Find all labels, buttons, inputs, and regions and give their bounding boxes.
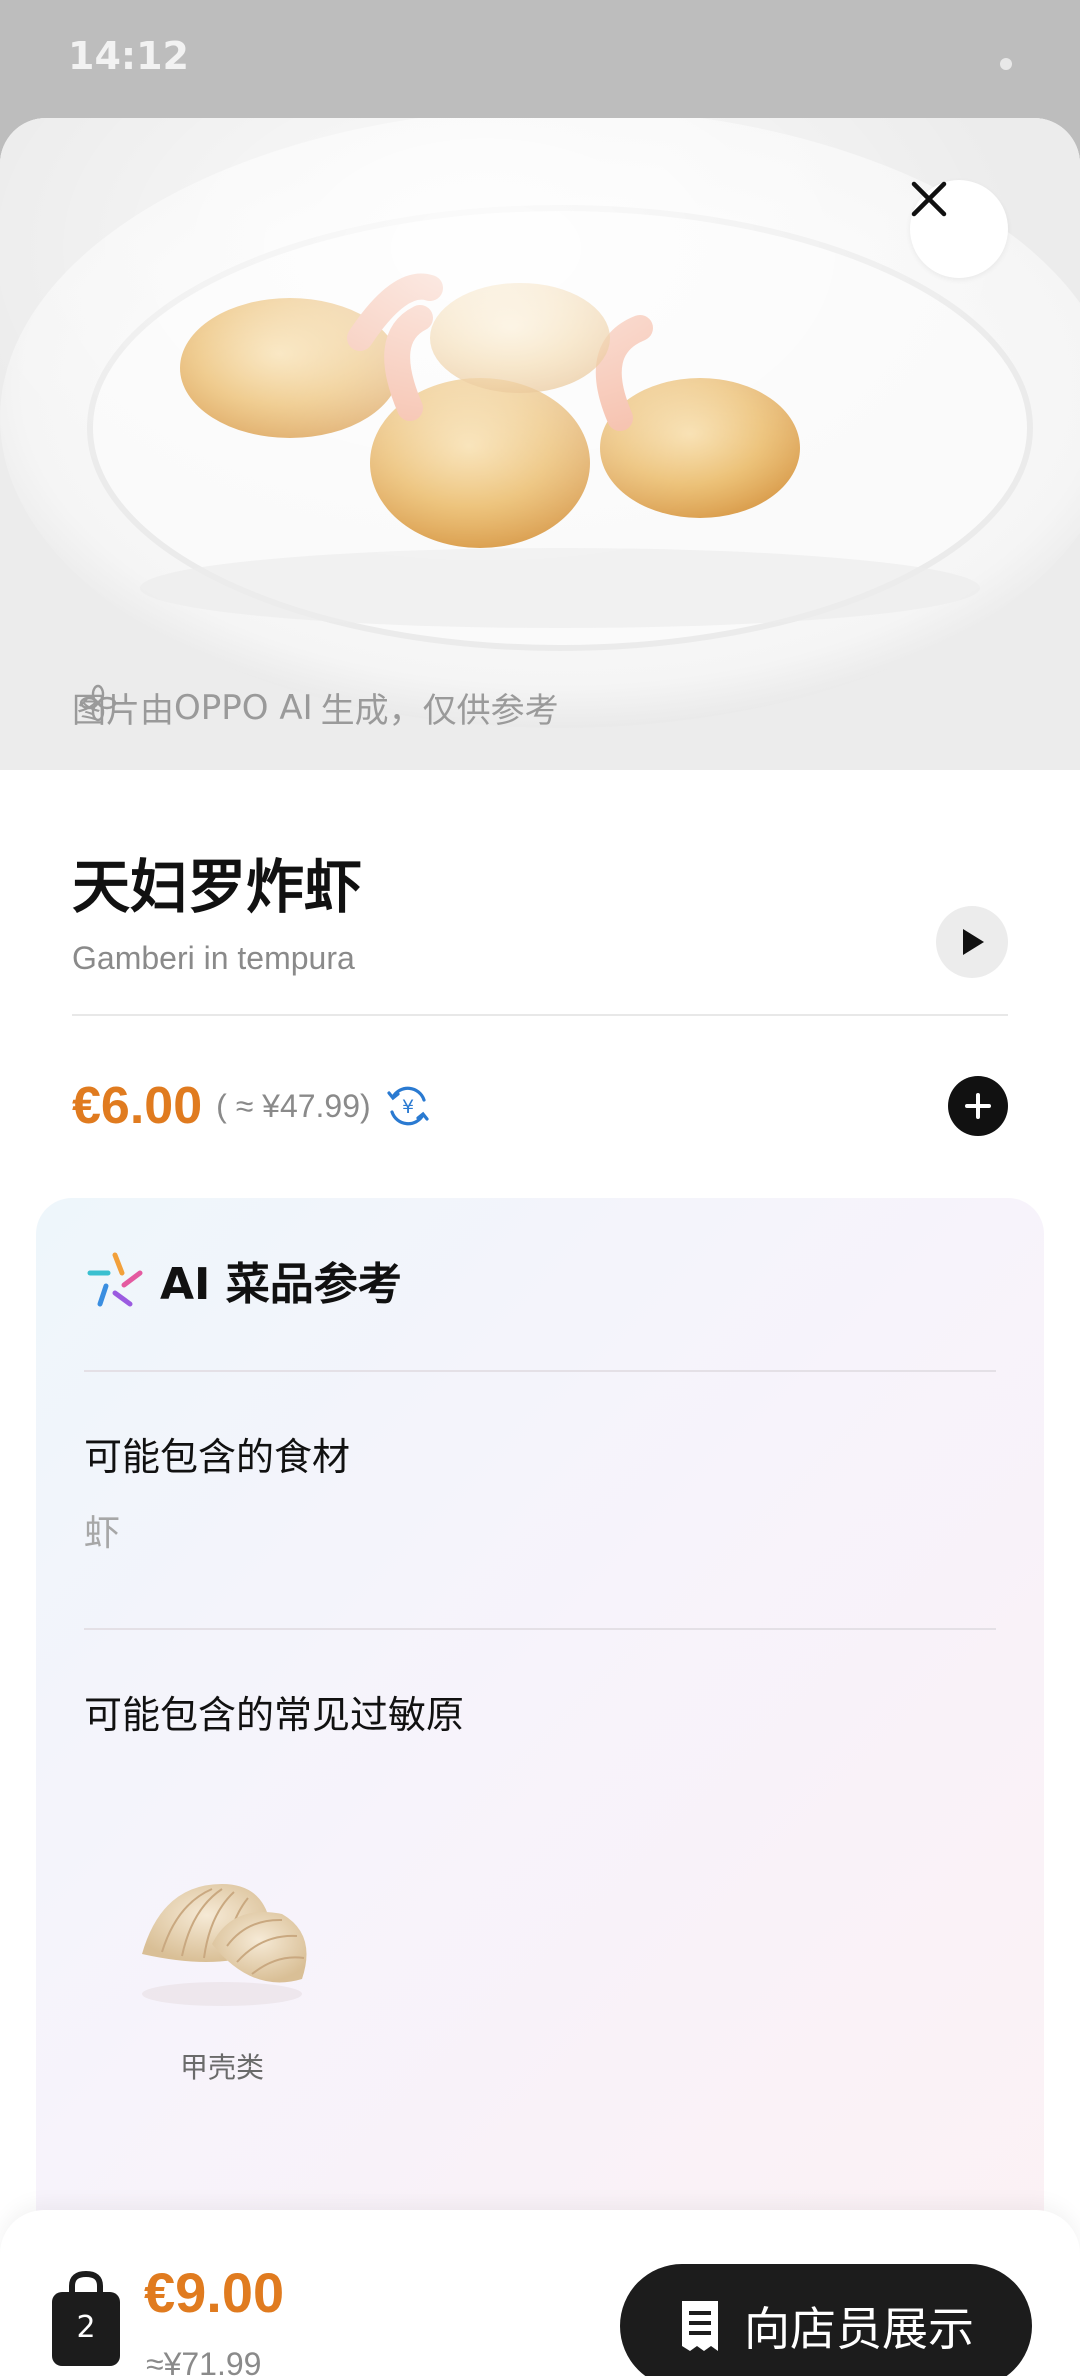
ai-star-icon [87,1252,143,1307]
currency-convert-icon[interactable]: ¥ [385,1083,431,1129]
allergen-item: 甲壳类 [122,1844,322,2084]
ai-flower-icon [79,684,117,722]
cart-bag[interactable]: 2 [50,2270,122,2368]
svg-text:¥: ¥ [402,1096,414,1118]
receipt-icon [682,2301,718,2351]
ai-card-header: AI 菜品参考 [84,1248,402,1312]
cart-bar: 2 €9.00 ≈¥71.99 向店员展示 [0,2210,1080,2376]
status-time: 14:12 [68,34,189,78]
plus-icon [965,1093,991,1119]
card-divider [84,1628,996,1630]
play-icon [963,929,984,955]
play-pronunciation-button[interactable] [936,906,1008,978]
cart-count: 2 [76,2310,96,2345]
card-divider [84,1370,996,1372]
dish-name: 天妇罗炸虾 [72,853,363,921]
cart-total-cny: ≈¥71.99 [146,2346,262,2376]
status-bar: 14:12 [0,0,1080,120]
ingredients-label: 可能包含的食材 [84,1435,351,1479]
ai-note-suffix: 生成，仅供参考 [320,691,559,731]
close-button[interactable] [910,180,1008,278]
ai-note-brand: OPPO AI [174,687,313,728]
price-cny: ( ≈ ¥47.99) [216,1087,371,1124]
status-indicator [1000,58,1012,70]
allergens-label: 可能包含的常见过敏原 [84,1693,465,1737]
shellfish-icon [142,1884,307,2006]
show-to-staff-label: 向店员展示 [744,2302,974,2356]
show-to-staff-button[interactable]: 向店员展示 [620,2264,1032,2376]
dish-name-original: Gamberi in tempura [72,940,355,976]
add-to-cart-button[interactable] [948,1076,1008,1136]
close-icon [911,181,947,217]
price-row: €6.00 ( ≈ ¥47.99) ¥ [72,1056,1008,1156]
ai-generated-note: 图片由 OPPO AI 生成，仅供参考 [72,683,559,732]
dish-hero-image: 图片由 OPPO AI 生成，仅供参考 [0,118,1080,770]
ai-reference-card: AI 菜品参考 可能包含的食材 虾 可能包含的常见过敏原 甲壳类 [36,1198,1044,2358]
price-eur: €6.00 [72,1077,203,1135]
allergen-label: 甲壳类 [179,2051,264,2084]
app-screen: 14:12 图片由 OPPO AI 生成，仅供参考 天妇罗炸虾 Gamberi … [0,0,1080,2376]
ai-card-title: AI 菜品参考 [160,1259,402,1310]
divider [72,1014,1008,1016]
cart-total-eur: €9.00 [144,2261,285,2324]
dish-detail-sheet: 图片由 OPPO AI 生成，仅供参考 天妇罗炸虾 Gamberi in tem… [0,118,1080,2376]
ingredients-value: 虾 [84,1513,121,1554]
